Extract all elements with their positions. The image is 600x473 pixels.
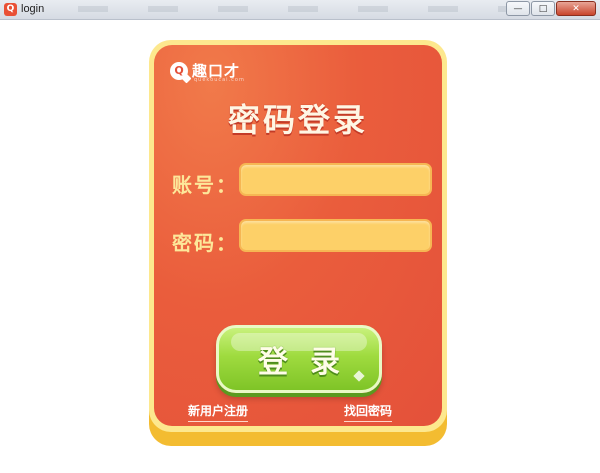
password-label: 密码： <box>172 231 238 255</box>
register-link[interactable]: 新用户注册 <box>188 402 249 422</box>
login-card: Q 趣口才 quekoucai.com 密码登录 账号： 密码： 登录 新用户注… <box>154 45 442 426</box>
minimize-button[interactable]: — <box>506 1 530 16</box>
window-controls: — □ ✕ <box>506 1 596 16</box>
forgot-password-link[interactable]: 找回密码 <box>344 402 393 422</box>
login-button[interactable]: 登录 <box>216 325 382 393</box>
password-input[interactable] <box>241 221 430 250</box>
app-icon: Q <box>4 3 17 16</box>
window-title: login <box>21 3 45 15</box>
account-label: 账号： <box>172 173 238 197</box>
account-field-box <box>239 163 432 196</box>
brand-tagline: quekoucai.com <box>194 77 245 83</box>
titlebar-background-artifact <box>60 0 520 19</box>
close-button[interactable]: ✕ <box>556 1 596 16</box>
login-button-label: 登录 <box>258 345 362 380</box>
maximize-button[interactable]: □ <box>531 1 555 16</box>
minimize-icon: — <box>513 3 523 14</box>
page-title: 密码登录 <box>227 101 368 139</box>
maximize-icon: □ <box>538 3 548 14</box>
window-titlebar[interactable]: Q login — □ ✕ <box>0 0 600 20</box>
password-field-box <box>239 219 432 252</box>
brand-logo-icon: Q <box>170 62 188 80</box>
account-input[interactable] <box>241 165 430 194</box>
close-icon: ✕ <box>572 3 580 14</box>
